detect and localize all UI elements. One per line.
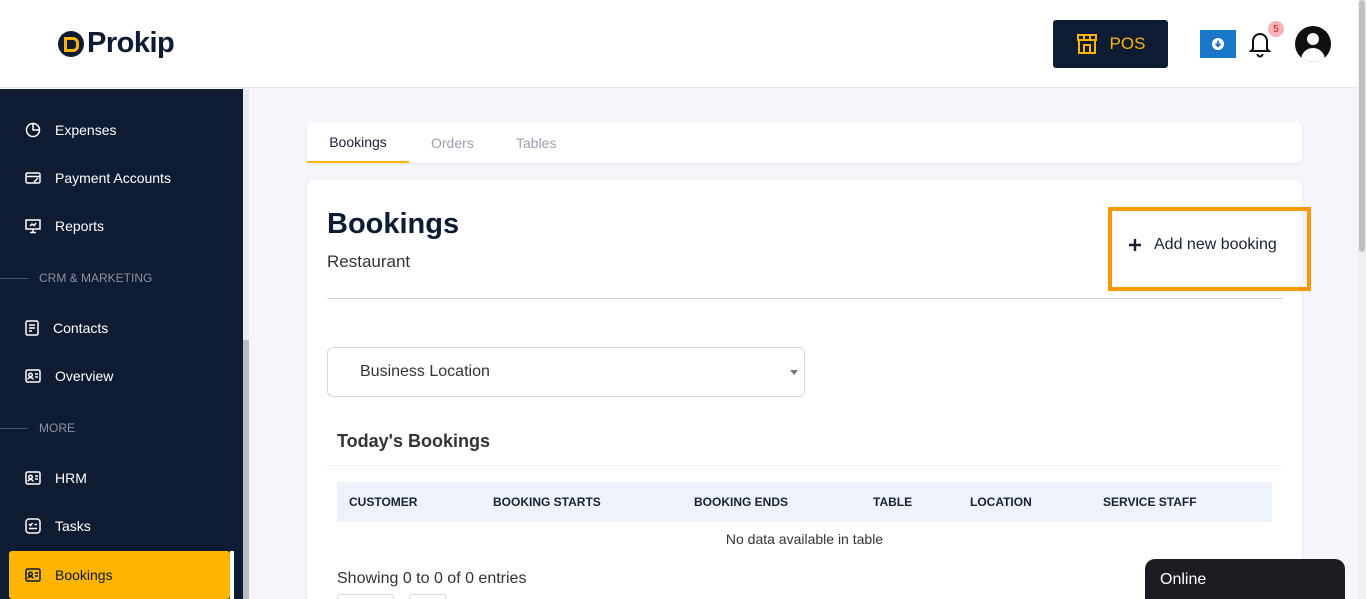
caret-down-icon: [790, 370, 798, 375]
sidebar-item-contacts[interactable]: Contacts: [0, 306, 243, 350]
store-icon: [1076, 34, 1097, 54]
tab-bookings[interactable]: Bookings: [307, 122, 409, 163]
prokip-logo-icon: [58, 30, 84, 57]
download-icon: [1212, 38, 1224, 50]
pos-button[interactable]: POS: [1053, 20, 1168, 68]
page-title: Bookings: [327, 208, 460, 240]
select-value: Business Location: [360, 363, 490, 380]
user-avatar-icon[interactable]: [1295, 26, 1331, 62]
sidebar-item-label: Expenses: [55, 122, 117, 138]
section-label: CRM & MARKETING: [39, 271, 153, 285]
sidebar-item-label: Contacts: [53, 320, 109, 336]
chat-status-label: Online: [1160, 571, 1207, 588]
column-header-booking-ends[interactable]: BOOKING ENDS: [694, 482, 788, 522]
section-divider: [327, 465, 1282, 466]
section-line: [0, 277, 28, 279]
divider: [327, 298, 1282, 299]
sidebar-item-hrm[interactable]: HRM: [0, 456, 243, 500]
sidebar-item-label: Overview: [55, 368, 114, 384]
sidebar-item-expenses[interactable]: Expenses: [0, 108, 243, 152]
pos-label: POS: [1109, 34, 1146, 53]
sidebar-item-label: Tasks: [55, 518, 91, 534]
section-label: MORE: [39, 421, 75, 435]
section-crm-marketing: CRM & MARKETING: [0, 268, 243, 288]
column-header-booking-starts[interactable]: BOOKING STARTS: [493, 482, 601, 522]
column-header-table[interactable]: TABLE: [873, 482, 912, 522]
card-icon: [25, 172, 41, 184]
column-header-customer[interactable]: CUSTOMER: [349, 482, 417, 522]
sidebar-item-label: Payment Accounts: [55, 170, 171, 186]
sidebar-item-overview[interactable]: Overview: [0, 354, 243, 398]
sidebar-item-label: Bookings: [55, 567, 113, 583]
sidebar-item-payment-accounts[interactable]: Payment Accounts: [0, 156, 243, 200]
id-card-icon: [25, 369, 41, 383]
empty-table-message: No data available in table: [725, 531, 884, 547]
logo[interactable]: Prokip: [58, 27, 175, 60]
presentation-icon: [25, 219, 41, 234]
notification-badge: 5: [1268, 21, 1284, 37]
id-card-icon: [25, 568, 41, 582]
plus-icon: [1129, 239, 1141, 251]
pagination-next-button[interactable]: [409, 594, 446, 599]
tab-orders[interactable]: Orders: [431, 122, 474, 163]
table-header: CUSTOMER BOOKING STARTS BOOKING ENDS TAB…: [337, 482, 1272, 522]
download-button[interactable]: [1200, 30, 1236, 58]
id-card-icon: [25, 471, 41, 485]
active-indicator: [230, 551, 234, 599]
sidebar-item-label: Reports: [55, 218, 105, 234]
page-subtitle: Restaurant: [327, 252, 411, 271]
sidebar-item-bookings[interactable]: Bookings: [9, 551, 230, 599]
add-booking-label: Add new booking: [1154, 236, 1277, 253]
column-header-location[interactable]: LOCATION: [970, 482, 1032, 522]
todays-bookings-heading: Today's Bookings: [337, 431, 490, 451]
column-header-service-staff[interactable]: SERVICE STAFF: [1103, 482, 1197, 522]
tabs-bar: Bookings Orders Tables: [307, 122, 1302, 163]
document-icon: [25, 320, 39, 336]
sidebar-item-tasks[interactable]: Tasks: [0, 504, 243, 548]
add-new-booking-button[interactable]: Add new booking: [1108, 207, 1311, 291]
online-chat-widget[interactable]: Online: [1145, 559, 1345, 599]
logo-text: Prokip: [87, 27, 175, 59]
tasks-icon: [25, 518, 41, 534]
sidebar-scrollbar-thumb[interactable]: [243, 340, 249, 599]
page-scrollbar-thumb[interactable]: [1359, 0, 1365, 252]
pie-chart-icon: [25, 122, 41, 138]
sidebar-item-reports[interactable]: Reports: [0, 204, 243, 248]
pagination-previous-button[interactable]: [337, 594, 394, 599]
entries-info: Showing 0 to 0 of 0 entries: [337, 570, 527, 587]
section-more: MORE: [0, 418, 243, 438]
business-location-select[interactable]: Business Location: [327, 347, 805, 397]
section-line: [0, 427, 28, 429]
sidebar-item-label: HRM: [55, 470, 87, 486]
tab-tables[interactable]: Tables: [516, 122, 556, 163]
bell-icon[interactable]: [1248, 30, 1272, 58]
